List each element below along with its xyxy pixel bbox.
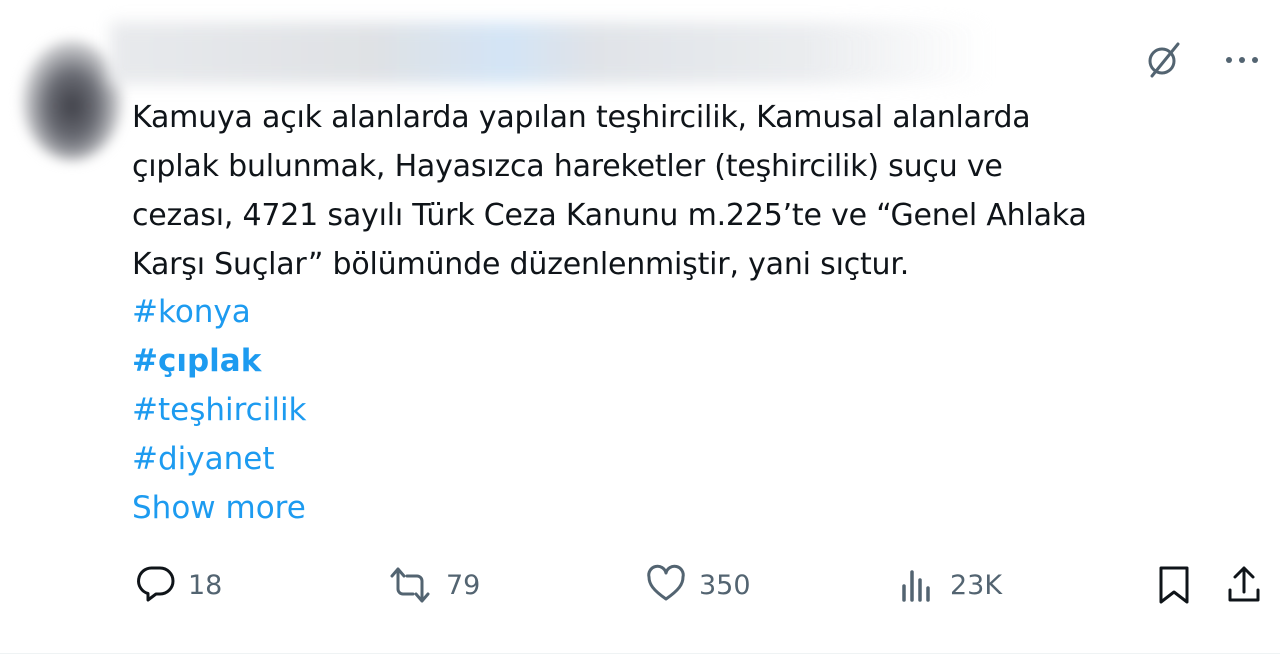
reply-button[interactable]: 18 [136,562,222,608]
grok-icon[interactable] [1144,40,1184,80]
retweet-count: 79 [446,569,481,601]
like-icon [647,564,685,601]
avatar[interactable] [22,40,122,160]
tweet-text-line: Kamuya açık alanlarda yapılan teşhircili… [132,100,1031,135]
like-count: 350 [699,569,751,601]
hashtag-link[interactable]: #teşhircilik [132,386,307,435]
hashtag-link[interactable]: #çıplak [132,337,307,386]
hashtag-list: #konya #çıplak #teşhircilik #diyanet Sho… [132,288,307,533]
hashtag-link[interactable]: #konya [132,288,307,337]
retweet-icon [390,567,430,603]
tweet-text-line: cezası, 4721 sayılı Türk Ceza Kanunu m.2… [132,198,1087,233]
reply-count: 18 [188,569,223,601]
bookmark-button[interactable] [1155,562,1193,608]
show-more-link[interactable]: Show more [132,484,307,533]
hashtag-link[interactable]: #diyanet [132,435,307,484]
views-count: 23K [950,569,1003,601]
retweet-button[interactable]: 79 [386,562,480,608]
tweet-text: Kamuya açık alanlarda yapılan teşhircili… [132,93,1252,289]
reply-icon [137,566,175,602]
blurred-author-header [110,22,990,84]
share-button[interactable] [1224,562,1264,608]
views-icon [902,570,930,602]
tweet-text-line: çıplak bulunmak, Hayasızca hareketler (t… [132,149,1003,184]
bookmark-icon [1159,566,1189,604]
tweet-top-actions [1144,40,1260,80]
more-icon[interactable] [1224,55,1260,65]
tweet-card[interactable]: Kamuya açık alanlarda yapılan teşhircili… [0,0,1280,654]
like-button[interactable]: 350 [645,562,751,608]
tweet-text-line: Karşı Suçlar” bölümünde düzenlenmiştir, … [132,247,910,282]
tweet-action-bar: 18 79 350 23K [136,562,1271,612]
views-button[interactable]: 23K [898,562,1002,608]
share-icon [1228,566,1260,602]
